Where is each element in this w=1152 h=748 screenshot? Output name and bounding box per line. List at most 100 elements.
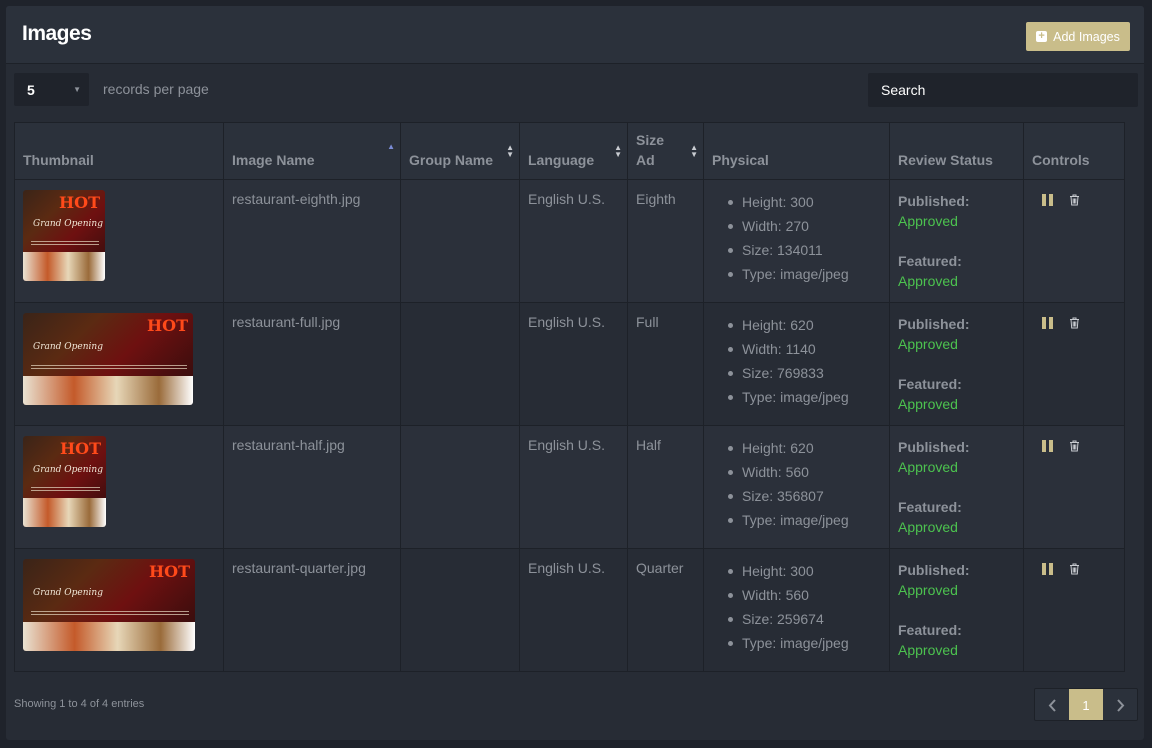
size-ad-cell: Full: [627, 302, 704, 426]
image-name-cell: restaurant-quarter.jpg: [223, 548, 401, 672]
language-cell: English U.S.: [519, 548, 628, 672]
caret-down-icon: ▼: [73, 85, 81, 94]
language-cell: English U.S.: [519, 179, 628, 303]
column-header-group-name[interactable]: Group Name ▲ ▼: [400, 122, 520, 180]
thumbnail-tagline: [31, 610, 189, 615]
physical-list: Height: 620 Width: 560 Size: 356807 Type…: [712, 436, 881, 532]
thumbnail-tagline: [31, 240, 99, 245]
pause-icon[interactable]: [1042, 563, 1053, 575]
physical-height: Height: 620: [728, 313, 881, 337]
physical-type: Type: image/jpeg: [728, 262, 881, 286]
featured-label: Featured:: [898, 622, 962, 638]
table-row: HOT Grand Opening restaurant-full.jpg En…: [14, 302, 1125, 426]
featured-label: Featured:: [898, 253, 962, 269]
pause-icon[interactable]: [1042, 440, 1053, 452]
group-name-cell: [400, 302, 520, 426]
thumbnail-hot-text: HOT: [59, 193, 100, 212]
pause-icon[interactable]: [1042, 317, 1053, 329]
physical-size: Size: 356807: [728, 484, 881, 508]
sort-icon: ▲ ▼: [690, 143, 698, 159]
thumbnail-hot-text: HOT: [147, 316, 188, 335]
search-input[interactable]: [868, 73, 1138, 107]
featured-label: Featured:: [898, 499, 962, 515]
table-row: HOT Grand Opening restaurant-eighth.jpg …: [14, 179, 1125, 303]
published-status: Approved: [898, 213, 958, 229]
pagination: 1: [1034, 688, 1138, 721]
image-name-cell: restaurant-half.jpg: [223, 425, 401, 549]
controls-cell: [1023, 302, 1125, 426]
image-name-cell: restaurant-eighth.jpg: [223, 179, 401, 303]
thumbnail-image[interactable]: HOT Grand Opening: [23, 559, 195, 651]
sort-icon: ▲ ▼: [506, 143, 514, 159]
featured-label: Featured:: [898, 376, 962, 392]
thumbnail-script-text: Grand Opening: [33, 465, 103, 476]
pause-icon[interactable]: [1042, 194, 1053, 206]
controls-cell: [1023, 179, 1125, 303]
published-label: Published:: [898, 193, 970, 209]
column-header-controls: Controls: [1023, 122, 1125, 180]
featured-status: Approved: [898, 396, 958, 412]
thumbnail-cell: HOT Grand Opening: [14, 179, 224, 303]
page-button-1[interactable]: 1: [1069, 689, 1103, 720]
trash-icon[interactable]: [1069, 317, 1080, 329]
published-label: Published:: [898, 562, 970, 578]
sort-asc-icon: ▲: [387, 142, 395, 151]
physical-width: Width: 560: [728, 460, 881, 484]
records-per-page-select[interactable]: 5 ▼: [14, 73, 89, 106]
column-header-thumbnail: Thumbnail: [14, 122, 224, 180]
physical-type: Type: image/jpeg: [728, 385, 881, 409]
images-table: Thumbnail Image Name ▲ Group Name ▲ ▼ Langu…: [14, 122, 1125, 672]
trash-icon[interactable]: [1069, 563, 1080, 575]
table-row: HOT Grand Opening restaurant-quarter.jpg…: [14, 548, 1125, 672]
thumbnail-script-text: Grand Opening: [33, 342, 103, 353]
group-name-cell: [400, 425, 520, 549]
review-status-cell: Published: Approved Featured: Approved: [889, 179, 1024, 303]
plus-icon: +: [1036, 31, 1048, 42]
images-table-wrapper: Thumbnail Image Name ▲ Group Name ▲ ▼ Langu…: [14, 122, 1125, 672]
column-header-size-ad[interactable]: Size Ad ▲ ▼: [627, 122, 704, 180]
language-cell: English U.S.: [519, 302, 628, 426]
column-header-image-name[interactable]: Image Name ▲: [223, 122, 401, 180]
trash-icon[interactable]: [1069, 440, 1080, 452]
thumbnail-image[interactable]: HOT Grand Opening: [23, 436, 106, 527]
page-title: Images: [22, 22, 92, 45]
review-status-cell: Published: Approved Featured: Approved: [889, 548, 1024, 672]
entries-info: Showing 1 to 4 of 4 entries: [14, 698, 145, 710]
physical-size: Size: 769833: [728, 361, 881, 385]
published-status: Approved: [898, 336, 958, 352]
physical-cell: Height: 620 Width: 560 Size: 356807 Type…: [703, 425, 890, 549]
featured-status: Approved: [898, 273, 958, 289]
physical-height: Height: 620: [728, 436, 881, 460]
thumbnail-cell: HOT Grand Opening: [14, 425, 224, 549]
chevron-right-icon[interactable]: [1103, 689, 1137, 720]
thumbnail-cell: HOT Grand Opening: [14, 548, 224, 672]
column-header-physical: Physical: [703, 122, 890, 180]
published-status: Approved: [898, 459, 958, 475]
thumbnail-image[interactable]: HOT Grand Opening: [23, 190, 105, 281]
size-ad-cell: Quarter: [627, 548, 704, 672]
physical-cell: Height: 300 Width: 270 Size: 134011 Type…: [703, 179, 890, 303]
thumbnail-script-text: Grand Opening: [33, 588, 103, 599]
records-per-page-value: 5: [27, 81, 35, 98]
records-per-page-label: records per page: [103, 81, 209, 97]
size-ad-cell: Eighth: [627, 179, 704, 303]
controls-cell: [1023, 548, 1125, 672]
group-name-cell: [400, 548, 520, 672]
chevron-left-icon[interactable]: [1035, 689, 1069, 720]
thumbnail-image[interactable]: HOT Grand Opening: [23, 313, 193, 405]
add-images-label: Add Images: [1053, 29, 1120, 44]
add-images-button[interactable]: + Add Images: [1026, 22, 1130, 51]
physical-list: Height: 620 Width: 1140 Size: 769833 Typ…: [712, 313, 881, 409]
physical-cell: Height: 300 Width: 560 Size: 259674 Type…: [703, 548, 890, 672]
published-label: Published:: [898, 316, 970, 332]
physical-type: Type: image/jpeg: [728, 508, 881, 532]
sort-icon: ▲ ▼: [614, 143, 622, 159]
published-status: Approved: [898, 582, 958, 598]
physical-cell: Height: 620 Width: 1140 Size: 769833 Typ…: [703, 302, 890, 426]
group-name-cell: [400, 179, 520, 303]
thumbnail-hot-text: HOT: [149, 562, 190, 581]
column-header-language[interactable]: Language ▲ ▼: [519, 122, 628, 180]
thumbnail-hot-text: HOT: [60, 439, 101, 458]
trash-icon[interactable]: [1069, 194, 1080, 206]
panel-header: Images + Add Images: [6, 6, 1144, 64]
